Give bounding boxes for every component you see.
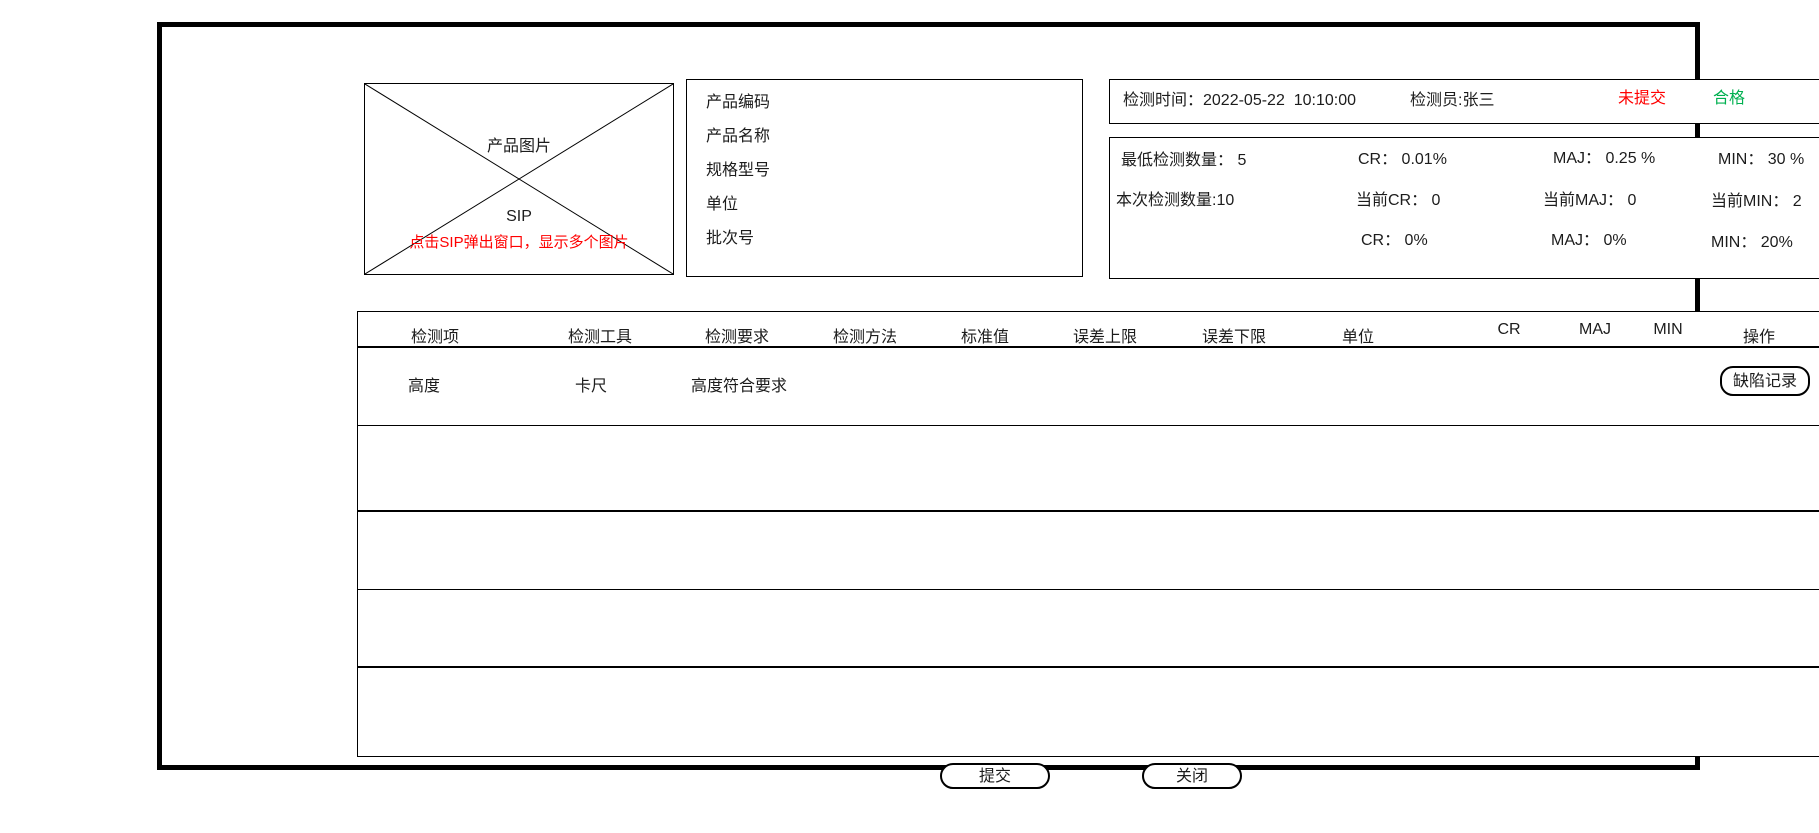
stat-maj-limit: MAJ： 0.25 % <box>1553 150 1655 168</box>
stat-cr-rate: CR： 0% <box>1361 232 1428 250</box>
table-row-empty <box>358 512 1819 590</box>
product-image-label: 产品图片 <box>365 138 673 156</box>
inspection-items-table: 检测项 检测工具 检测要求 检测方法 标准值 误差上限 误差下限 单位 CR M… <box>357 311 1819 757</box>
field-label-product-name: 产品名称 <box>706 128 770 146</box>
col-header-lower-tolerance: 误差下限 <box>1202 323 1266 347</box>
defect-record-button[interactable]: 缺陷记录 <box>1720 366 1810 396</box>
inspection-dialog: 产品图片 SIP 点击SIP弹出窗口，显示多个图片 产品编码 产品名称 规格型号… <box>0 0 1819 833</box>
field-label-spec-model: 规格型号 <box>706 162 770 180</box>
col-header-action: 操作 <box>1743 323 1775 347</box>
product-image-placeholder[interactable]: 产品图片 SIP 点击SIP弹出窗口，显示多个图片 <box>364 83 674 275</box>
stat-current-cr: 当前CR： 0 <box>1356 192 1440 210</box>
col-header-unit: 单位 <box>1342 323 1374 347</box>
field-label-product-code: 产品编码 <box>706 94 770 112</box>
sip-note: 点击SIP弹出窗口，显示多个图片 <box>365 234 673 252</box>
col-header-method: 检测方法 <box>833 323 897 347</box>
table-row-empty <box>358 590 1819 668</box>
window-frame: 产品图片 SIP 点击SIP弹出窗口，显示多个图片 产品编码 产品名称 规格型号… <box>157 22 1700 770</box>
col-header-tool: 检测工具 <box>568 323 632 347</box>
inspection-time: 检测时间：2022-05-22 10:10:00 <box>1123 92 1356 110</box>
col-header-standard-value: 标准值 <box>961 323 1009 347</box>
col-header-item: 检测项 <box>411 323 459 347</box>
table-row-empty <box>358 668 1819 756</box>
cell-tool: 卡尺 <box>575 378 607 396</box>
stat-current-inspect-qty: 本次检测数量:10 <box>1116 192 1234 210</box>
field-label-batch-no: 批次号 <box>706 230 754 248</box>
inspector-name: 检测员:张三 <box>1410 92 1494 110</box>
stat-min-inspect-qty: 最低检测数量： 5 <box>1121 152 1246 170</box>
stat-min-limit: MIN： 30 % <box>1718 151 1804 169</box>
col-header-min: MIN <box>1653 321 1682 339</box>
inspection-stats-panel: 最低检测数量： 5 CR： 0.01% MAJ： 0.25 % MIN： 30 … <box>1109 137 1819 279</box>
inspection-header-bar: 检测时间：2022-05-22 10:10:00 检测员:张三 未提交 合格 <box>1109 79 1819 124</box>
cell-requirement: 高度符合要求 <box>691 378 787 396</box>
result-status-badge: 合格 <box>1713 90 1745 108</box>
col-header-maj: MAJ <box>1579 321 1611 339</box>
submit-button[interactable]: 提交 <box>940 763 1050 789</box>
cell-item: 高度 <box>408 378 440 396</box>
col-header-cr: CR <box>1497 321 1520 339</box>
submit-status-badge: 未提交 <box>1618 90 1666 108</box>
stat-cr-limit: CR： 0.01% <box>1358 151 1447 169</box>
field-label-unit: 单位 <box>706 196 738 214</box>
col-header-requirement: 检测要求 <box>705 323 769 347</box>
stat-maj-rate: MAJ： 0% <box>1551 232 1627 250</box>
stat-min-rate: MIN： 20% <box>1711 234 1793 252</box>
table-row-empty <box>358 426 1819 512</box>
table-header-row: 检测项 检测工具 检测要求 检测方法 标准值 误差上限 误差下限 单位 CR M… <box>358 312 1819 348</box>
stat-current-maj: 当前MAJ： 0 <box>1543 192 1636 210</box>
product-info-panel: 产品编码 产品名称 规格型号 单位 批次号 <box>686 79 1083 277</box>
col-header-upper-tolerance: 误差上限 <box>1073 323 1137 347</box>
close-button[interactable]: 关闭 <box>1142 763 1242 789</box>
sip-link[interactable]: SIP <box>365 208 673 226</box>
table-row: 高度 卡尺 高度符合要求 缺陷记录 <box>358 348 1819 426</box>
stat-current-min: 当前MIN： 2 <box>1711 193 1802 211</box>
